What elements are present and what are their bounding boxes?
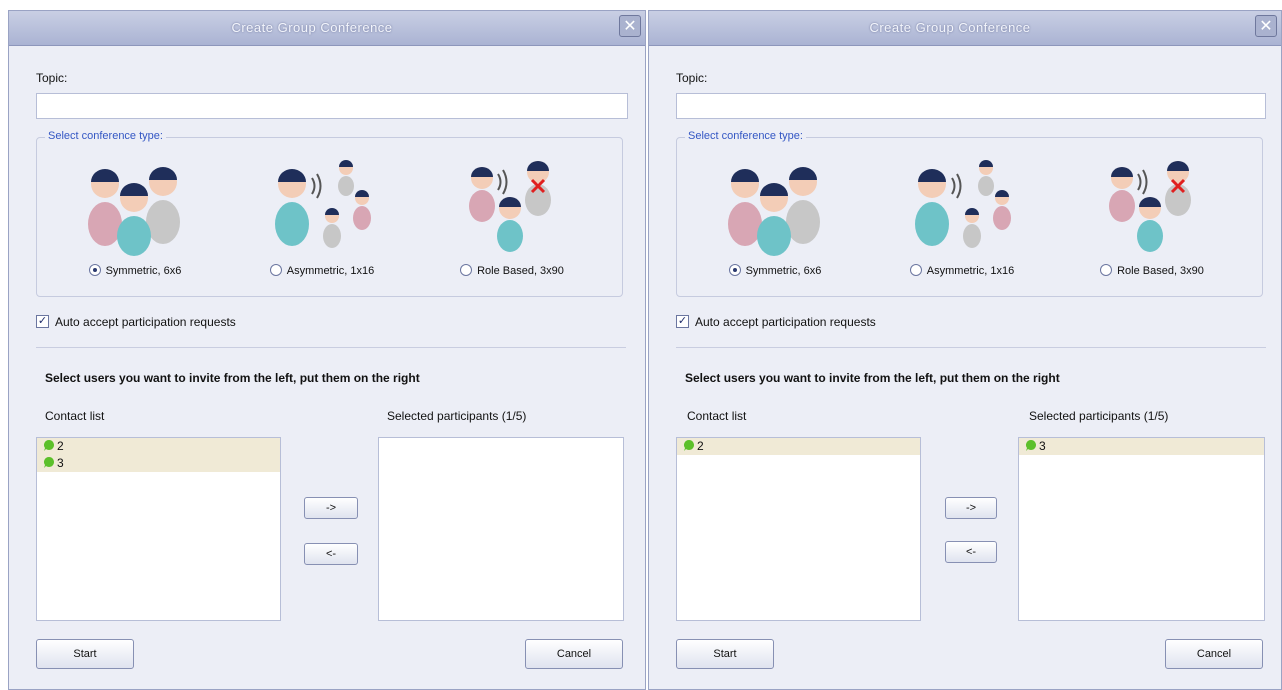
cancel-button[interactable]: Cancel bbox=[1165, 639, 1263, 669]
role-based-option[interactable]: Role Based, 3x90 bbox=[1062, 264, 1242, 277]
conference-type-symmetric[interactable]: Symmetric, 6x6 bbox=[685, 156, 865, 286]
asymmetric-conference-icon bbox=[915, 160, 1011, 248]
list-item[interactable]: 2 bbox=[37, 438, 280, 455]
list-item[interactable]: 3 bbox=[1019, 438, 1264, 455]
role-based-label: Role Based, 3x90 bbox=[477, 265, 564, 277]
close-button[interactable]: ✕ bbox=[1255, 15, 1277, 37]
conference-type-group: Select conference type: Symmetric, 6x6 A… bbox=[676, 130, 1263, 297]
symmetric-conference-icon bbox=[728, 167, 820, 256]
contact-name: 2 bbox=[57, 439, 64, 453]
add-participant-button[interactable]: -> bbox=[304, 497, 358, 519]
list-item[interactable]: 2 bbox=[677, 438, 920, 455]
cancel-button[interactable]: Cancel bbox=[525, 639, 623, 669]
role-based-option[interactable]: Role Based, 3x90 bbox=[422, 264, 602, 277]
separator bbox=[36, 347, 626, 348]
selected-participants-list[interactable]: 3 bbox=[1018, 437, 1265, 621]
create-conference-dialog-right: Create Group Conference ✕ Topic: Select … bbox=[648, 10, 1282, 690]
asymmetric-label: Asymmetric, 1x16 bbox=[286, 265, 375, 277]
start-button[interactable]: Start bbox=[676, 639, 774, 669]
conference-type-asymmetric[interactable]: Asymmetric, 1x16 bbox=[232, 156, 412, 286]
topic-label: Topic: bbox=[36, 71, 68, 85]
auto-accept-checkbox[interactable]: ✓ bbox=[36, 315, 49, 328]
contact-name: 3 bbox=[57, 456, 64, 470]
create-conference-dialog-left: Create Group Conference ✕ Topic: Select … bbox=[8, 10, 646, 690]
conference-type-asymmetric[interactable]: Asymmetric, 1x16 bbox=[872, 156, 1052, 286]
auto-accept-label: Auto accept participation requests bbox=[55, 315, 236, 329]
title-bar[interactable]: Create Group Conference ✕ bbox=[649, 11, 1281, 46]
symmetric-label: Symmetric, 6x6 bbox=[745, 265, 822, 277]
dialog-title: Create Group Conference bbox=[869, 20, 1031, 35]
role-based-conference-icon bbox=[469, 161, 551, 252]
list-item[interactable]: 3 bbox=[37, 455, 280, 472]
symmetric-radio[interactable] bbox=[88, 264, 101, 276]
participant-name: 3 bbox=[1039, 439, 1046, 453]
conference-type-group: Select conference type: Symmetric, 6x6 A… bbox=[36, 130, 623, 297]
asymmetric-radio[interactable] bbox=[269, 264, 282, 276]
symmetric-option[interactable]: Symmetric, 6x6 bbox=[685, 264, 865, 277]
role-based-radio[interactable] bbox=[1100, 264, 1113, 276]
start-button[interactable]: Start bbox=[36, 639, 134, 669]
conference-type-role-based[interactable]: Role Based, 3x90 bbox=[1062, 156, 1242, 286]
symmetric-label: Symmetric, 6x6 bbox=[105, 265, 182, 277]
instruction-text: Select users you want to invite from the… bbox=[45, 371, 420, 385]
symmetric-conference-icon bbox=[88, 167, 180, 256]
topic-input[interactable] bbox=[676, 93, 1266, 119]
asymmetric-conference-icon bbox=[275, 160, 371, 248]
add-participant-button[interactable]: -> bbox=[945, 497, 997, 519]
role-based-label: Role Based, 3x90 bbox=[1117, 265, 1204, 277]
asymmetric-radio[interactable] bbox=[909, 264, 922, 276]
conference-type-legend: Select conference type: bbox=[45, 130, 166, 142]
topic-input[interactable] bbox=[36, 93, 628, 119]
auto-accept-label: Auto accept participation requests bbox=[695, 315, 876, 329]
contact-status-icon bbox=[683, 439, 695, 457]
close-button[interactable]: ✕ bbox=[619, 15, 641, 37]
title-bar[interactable]: Create Group Conference ✕ bbox=[9, 11, 645, 46]
contact-list[interactable]: 2 3 bbox=[36, 437, 281, 621]
conference-type-legend: Select conference type: bbox=[685, 130, 806, 142]
asymmetric-label: Asymmetric, 1x16 bbox=[926, 265, 1015, 277]
asymmetric-option[interactable]: Asymmetric, 1x16 bbox=[872, 264, 1052, 277]
remove-participant-button[interactable]: <- bbox=[945, 541, 997, 563]
role-based-radio[interactable] bbox=[460, 264, 473, 276]
auto-accept-checkbox[interactable]: ✓ bbox=[676, 315, 689, 328]
conference-type-role-based[interactable]: Role Based, 3x90 bbox=[422, 156, 602, 286]
instruction-text: Select users you want to invite from the… bbox=[685, 371, 1060, 385]
role-based-conference-icon bbox=[1109, 161, 1191, 252]
conference-type-symmetric[interactable]: Symmetric, 6x6 bbox=[45, 156, 225, 286]
dialog-title: Create Group Conference bbox=[231, 20, 393, 35]
separator bbox=[676, 347, 1266, 348]
topic-label: Topic: bbox=[676, 71, 708, 85]
remove-participant-button[interactable]: <- bbox=[304, 543, 358, 565]
symmetric-radio[interactable] bbox=[728, 264, 741, 276]
selected-participants-list[interactable] bbox=[378, 437, 624, 621]
contact-name: 2 bbox=[697, 439, 704, 453]
contact-list-label: Contact list bbox=[45, 409, 105, 423]
contact-list-label: Contact list bbox=[687, 409, 747, 423]
selected-participants-label: Selected participants (1/5) bbox=[1029, 409, 1169, 423]
symmetric-option[interactable]: Symmetric, 6x6 bbox=[45, 264, 225, 277]
contact-list[interactable]: 2 bbox=[676, 437, 921, 621]
selected-participants-label: Selected participants (1/5) bbox=[387, 409, 527, 423]
contact-status-icon bbox=[43, 456, 55, 474]
contact-status-icon bbox=[1025, 439, 1037, 457]
asymmetric-option[interactable]: Asymmetric, 1x16 bbox=[232, 264, 412, 277]
